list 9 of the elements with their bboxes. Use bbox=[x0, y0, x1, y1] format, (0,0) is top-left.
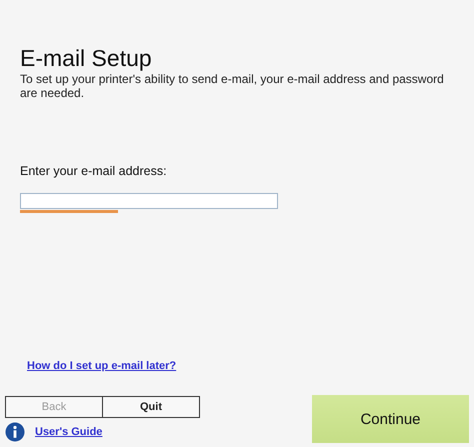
description: To set up your printer's ability to send e-mail, your e-mail address and password are needed. bbox=[20, 72, 445, 100]
page-title: E-mail Setup bbox=[20, 44, 153, 72]
continue-button[interactable]: Continue bbox=[312, 395, 469, 443]
nav-button[interactable]: Quit bbox=[102, 396, 200, 418]
help-link[interactable]: How do I set up e-mail later? bbox=[27, 360, 176, 372]
email-field[interactable] bbox=[20, 193, 278, 209]
field-label: Enter your e-mail address: bbox=[20, 164, 168, 178]
users-guide-link[interactable]: User's Guide bbox=[35, 426, 102, 438]
info-icon bbox=[5, 422, 25, 442]
